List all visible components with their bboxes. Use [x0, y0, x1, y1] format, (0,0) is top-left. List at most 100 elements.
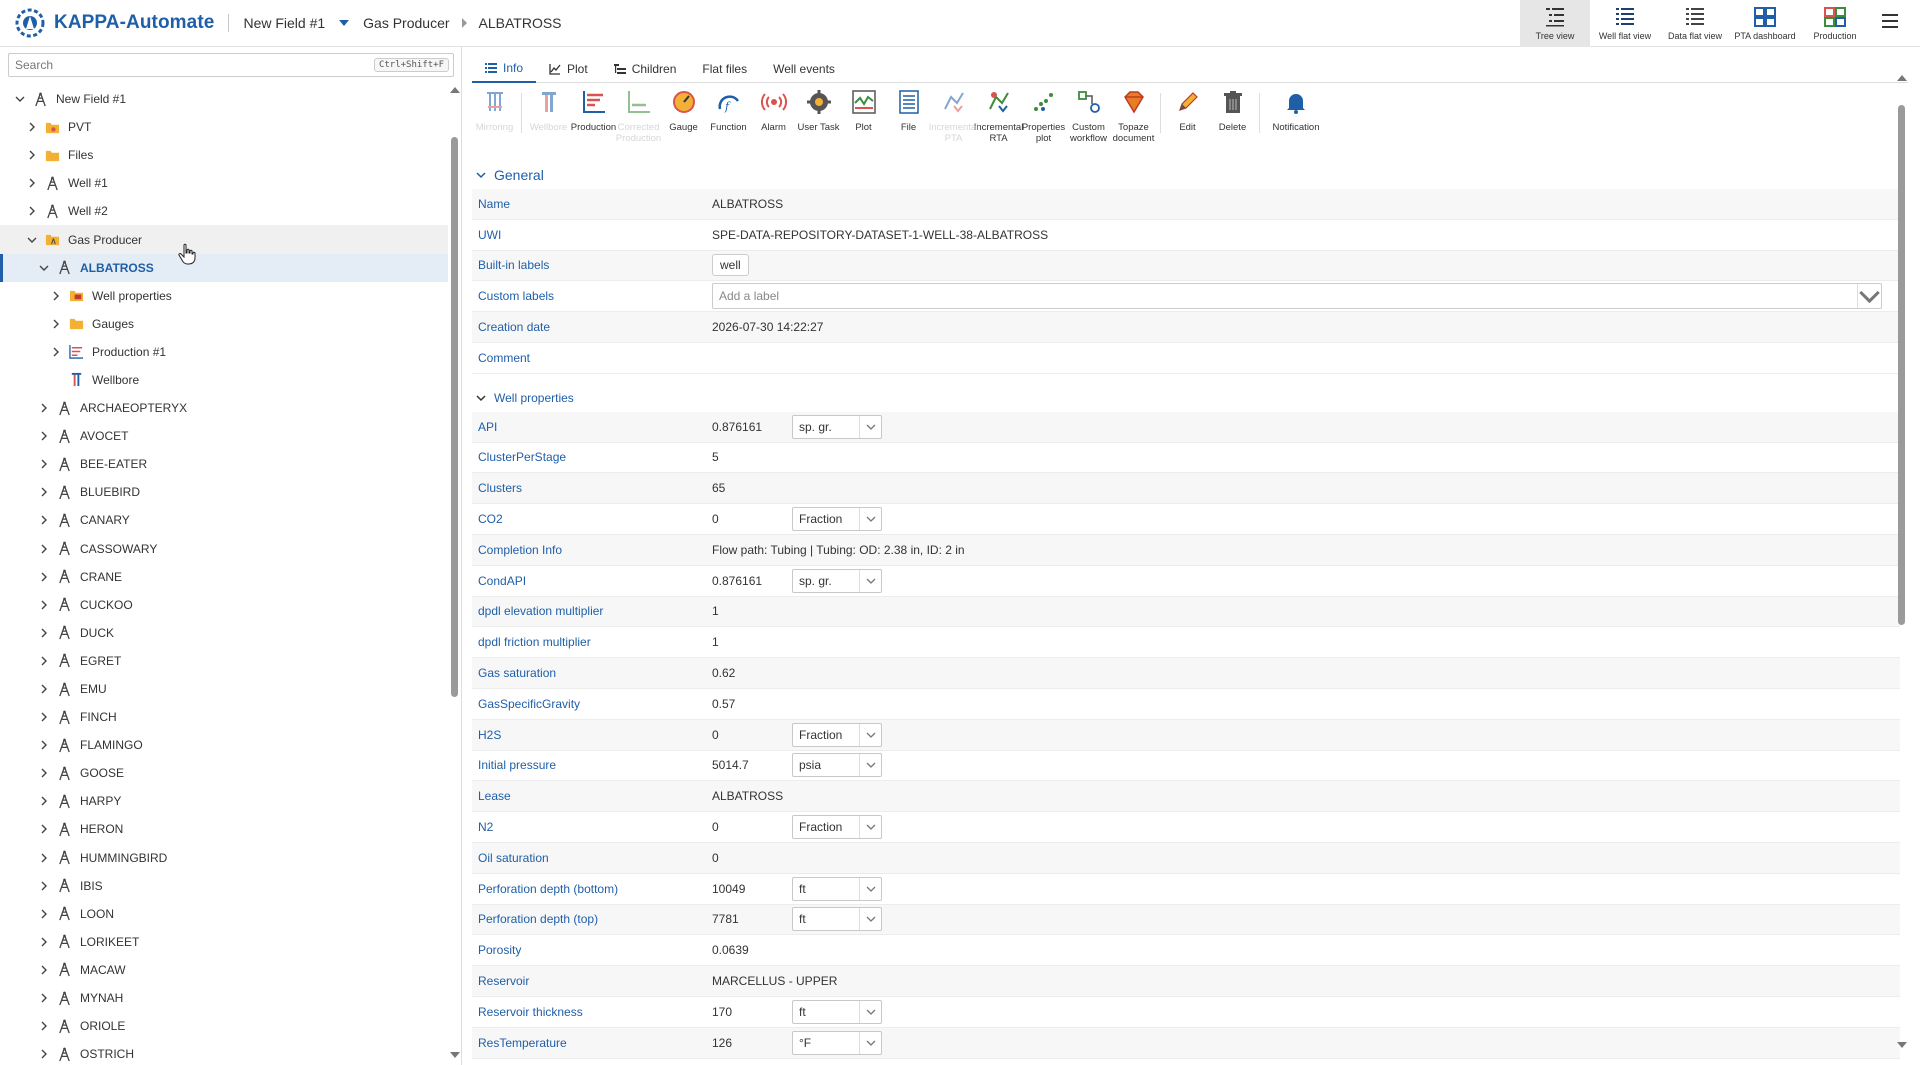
unit-select[interactable]: ft: [792, 876, 882, 901]
tree-item[interactable]: BLUEBIRD: [0, 478, 448, 506]
chevron-right-icon[interactable]: [38, 486, 50, 498]
chevron-down-icon[interactable]: [859, 816, 881, 839]
chevron-right-icon[interactable]: [38, 1020, 50, 1032]
unit-select[interactable]: sp. gr.: [792, 414, 882, 439]
chevron-right-icon[interactable]: [38, 739, 50, 751]
well-properties-section-header[interactable]: Well properties: [472, 384, 1900, 412]
tab-children[interactable]: Children: [601, 55, 690, 83]
chevron-right-icon[interactable]: [26, 177, 38, 189]
chevron-right-icon[interactable]: [38, 514, 50, 526]
tree-item[interactable]: CUCKOO: [0, 591, 448, 619]
tree-item[interactable]: EGRET: [0, 647, 448, 675]
tree-item[interactable]: PVT: [0, 113, 448, 141]
tree-item[interactable]: Well #1: [0, 169, 448, 197]
production-dashboard-button[interactable]: Production: [1800, 0, 1870, 47]
tree-view-button[interactable]: Tree view: [1520, 0, 1590, 47]
well-flat-view-button[interactable]: Well flat view: [1590, 0, 1660, 47]
chevron-right-icon[interactable]: [38, 908, 50, 920]
breadcrumb-field[interactable]: New Field #1: [243, 15, 325, 31]
unit-select[interactable]: Fraction: [792, 507, 882, 532]
chevron-right-icon[interactable]: [38, 1048, 50, 1060]
chevron-down-icon[interactable]: [859, 415, 881, 438]
hamburger-menu-icon[interactable]: [1882, 14, 1898, 30]
tree-item[interactable]: DUCK: [0, 619, 448, 647]
chevron-right-icon[interactable]: [38, 430, 50, 442]
search-input[interactable]: [15, 58, 374, 72]
main-scroll-thumb[interactable]: [1898, 105, 1905, 625]
tab-well-events[interactable]: Well events: [760, 55, 848, 83]
tree-item[interactable]: OSTRICH: [0, 1040, 448, 1065]
tree-item[interactable]: CANARY: [0, 506, 448, 534]
chevron-right-icon[interactable]: [38, 458, 50, 470]
tree-item[interactable]: Wellbore: [0, 366, 448, 394]
chevron-down-icon[interactable]: [1857, 284, 1881, 309]
tree-item[interactable]: ARCHAEOPTERYX: [0, 394, 448, 422]
tree-item[interactable]: LOON: [0, 900, 448, 928]
chevron-right-icon[interactable]: [38, 936, 50, 948]
field-dropdown-caret-icon[interactable]: [339, 20, 350, 26]
chevron-right-icon[interactable]: [38, 571, 50, 583]
tree-item[interactable]: Production #1: [0, 338, 448, 366]
chevron-right-icon[interactable]: [38, 795, 50, 807]
tree-item[interactable]: ORIOLE: [0, 1012, 448, 1040]
tree-item[interactable]: MYNAH: [0, 984, 448, 1012]
chevron-right-icon[interactable]: [38, 655, 50, 667]
data-flat-view-button[interactable]: Data flat view: [1660, 0, 1730, 47]
tree-item[interactable]: HUMMINGBIRD: [0, 844, 448, 872]
chevron-right-icon[interactable]: [26, 121, 38, 133]
chevron-right-icon[interactable]: [50, 290, 62, 302]
chevron-down-icon[interactable]: [859, 508, 881, 531]
unit-select[interactable]: sp. gr.: [792, 568, 882, 593]
tree-item[interactable]: ALBATROSS: [0, 253, 448, 282]
breadcrumb-well[interactable]: ALBATROSS: [479, 15, 562, 31]
chevron-down-icon[interactable]: [859, 754, 881, 777]
chevron-down-icon[interactable]: [859, 908, 881, 931]
chevron-right-icon[interactable]: [38, 992, 50, 1004]
chevron-right-icon[interactable]: [38, 852, 50, 864]
chevron-right-icon[interactable]: [38, 880, 50, 892]
tree-item[interactable]: Files: [0, 141, 448, 169]
chevron-right-icon[interactable]: [38, 543, 50, 555]
sidebar-scroll-down-icon[interactable]: [450, 1052, 460, 1058]
tree-item[interactable]: HERON: [0, 815, 448, 843]
main-scroll-up-icon[interactable]: [1897, 75, 1907, 81]
tree-item[interactable]: BEE-EATER: [0, 450, 448, 478]
chevron-right-icon[interactable]: [38, 627, 50, 639]
tree-item[interactable]: Gas Producer: [0, 225, 448, 254]
tree-item[interactable]: HARPY: [0, 787, 448, 815]
unit-select[interactable]: ft: [792, 999, 882, 1024]
sidebar-scroll-thumb[interactable]: [451, 137, 458, 697]
tree-item[interactable]: FLAMINGO: [0, 731, 448, 759]
main-scroll-down-icon[interactable]: [1897, 1042, 1907, 1048]
unit-select[interactable]: °F: [792, 1030, 882, 1055]
general-section-header[interactable]: General: [472, 161, 1900, 189]
chevron-right-icon[interactable]: [26, 149, 38, 161]
tree-item[interactable]: EMU: [0, 675, 448, 703]
chevron-down-icon[interactable]: [26, 234, 38, 246]
chevron-right-icon[interactable]: [38, 711, 50, 723]
tree-item[interactable]: MACAW: [0, 956, 448, 984]
chevron-down-icon[interactable]: [859, 1031, 881, 1054]
chevron-down-icon[interactable]: [859, 877, 881, 900]
tree-item[interactable]: Well properties: [0, 282, 448, 310]
chevron-down-icon[interactable]: [38, 262, 50, 274]
unit-select[interactable]: psia: [792, 753, 882, 778]
tree-item[interactable]: FINCH: [0, 703, 448, 731]
unit-select[interactable]: Fraction: [792, 815, 882, 840]
chevron-right-icon[interactable]: [50, 318, 62, 330]
tree-item[interactable]: LORIKEET: [0, 928, 448, 956]
chevron-right-icon[interactable]: [38, 964, 50, 976]
search-field[interactable]: Ctrl+Shift+F: [8, 53, 454, 77]
tree-item[interactable]: GOOSE: [0, 759, 448, 787]
tab-flat-files[interactable]: Flat files: [689, 55, 760, 83]
chevron-right-icon[interactable]: [38, 823, 50, 835]
chevron-right-icon[interactable]: [26, 205, 38, 217]
chevron-right-icon[interactable]: [50, 346, 62, 358]
breadcrumb-group[interactable]: Gas Producer: [363, 15, 449, 31]
tree-item[interactable]: CRANE: [0, 563, 448, 591]
chevron-right-icon[interactable]: [38, 683, 50, 695]
chevron-down-icon[interactable]: [859, 723, 881, 746]
tree-item[interactable]: Gauges: [0, 310, 448, 338]
sidebar-scroll-up-icon[interactable]: [450, 87, 460, 93]
app-logo[interactable]: KAPPA-Automate: [0, 0, 214, 46]
